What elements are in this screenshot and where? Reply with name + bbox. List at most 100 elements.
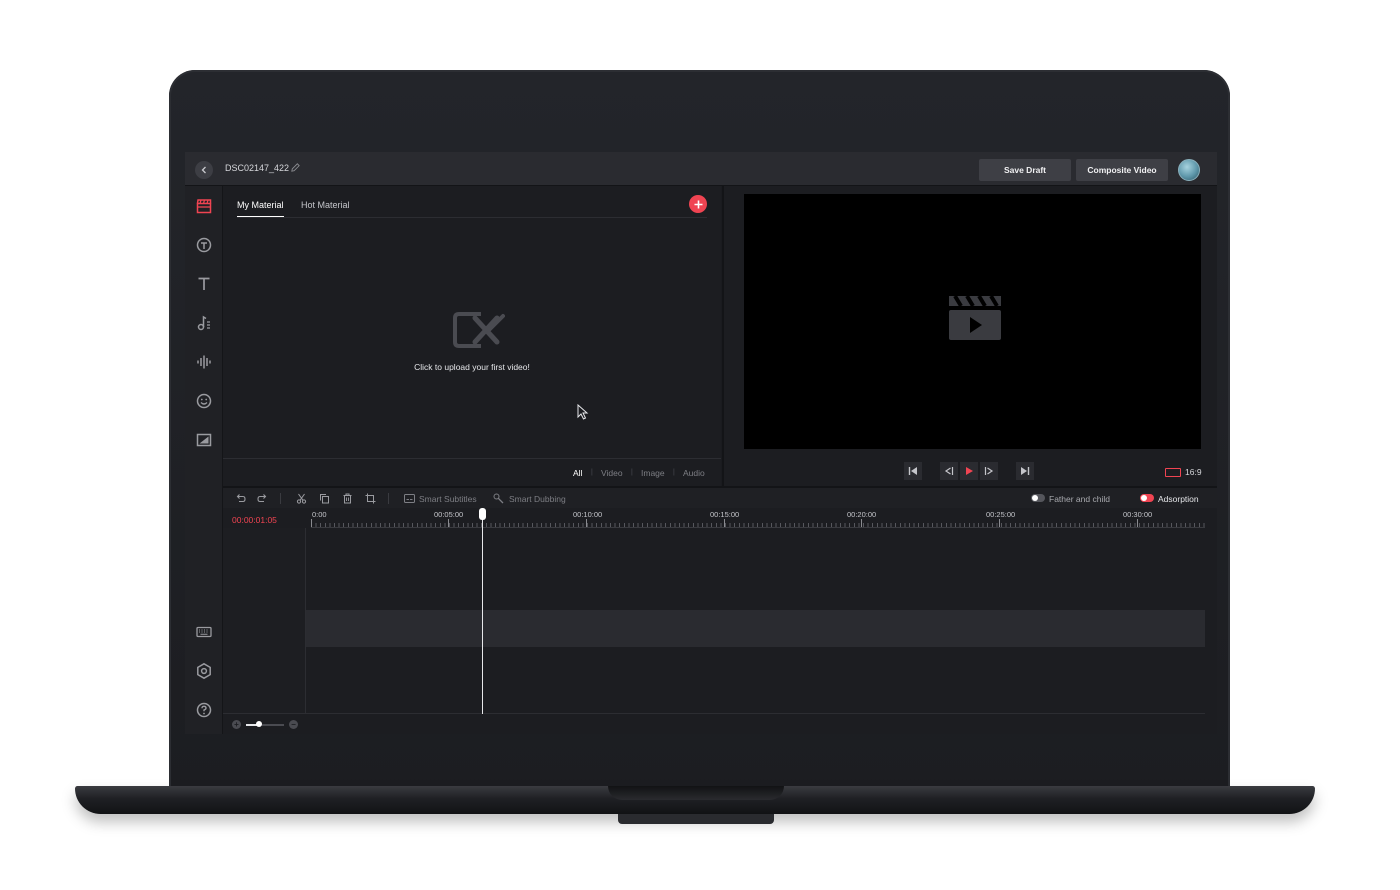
ruler-major-tick [861, 519, 862, 527]
zoom-slider[interactable] [246, 724, 284, 726]
subtitles-icon [404, 494, 415, 503]
scissors-icon [296, 493, 307, 504]
project-title: DSC02147_422 [225, 163, 290, 173]
step-forward-button[interactable] [980, 462, 998, 480]
ruler-major-tick [1137, 519, 1138, 527]
clapperboard-play-icon [949, 294, 1001, 340]
father-and-child-label: Father and child [1049, 494, 1110, 504]
ruler-major-tick [586, 519, 587, 527]
ruler-major-tick [999, 519, 1000, 527]
smart-subtitles-button[interactable] [404, 493, 415, 504]
mouse-cursor-icon [577, 404, 589, 420]
current-timecode: 00:00:01:05 [232, 515, 277, 525]
filter-audio[interactable]: Audio [683, 468, 705, 478]
aspect-ratio-label[interactable]: 16:9 [1185, 467, 1202, 477]
zoom-in-icon[interactable]: + [232, 720, 241, 729]
timeline-ruler-row: 00:00:01:05 0:00 00:05:00 00:10:00 00:15… [223, 508, 1217, 528]
keyboard-icon [196, 626, 212, 638]
playhead-handle[interactable] [479, 508, 486, 520]
save-draft-button[interactable]: Save Draft [979, 159, 1071, 181]
cut-button[interactable] [296, 493, 307, 504]
tab-hot-material[interactable]: Hot Material [301, 200, 350, 216]
undo-button[interactable] [235, 493, 246, 504]
settings-icon [197, 662, 211, 680]
timeline-ruler[interactable]: 0:00 00:05:00 00:10:00 00:15:00 00:20:00… [311, 508, 1205, 528]
toolbar-divider [280, 493, 281, 504]
step-back-button[interactable] [940, 462, 958, 480]
skip-end-button[interactable] [1016, 462, 1034, 480]
filter-video[interactable]: Video [601, 468, 623, 478]
play-icon [966, 467, 973, 475]
smart-dubbing-button[interactable] [493, 493, 504, 504]
redo-icon [257, 494, 267, 503]
copy-button[interactable] [319, 493, 330, 504]
sidebar-item-shortcuts[interactable] [195, 623, 213, 641]
sidebar-item-settings[interactable] [195, 662, 213, 680]
ruler-label: 00:30:00 [1123, 510, 1153, 519]
back-button[interactable] [195, 161, 213, 179]
composite-video-button[interactable]: Composite Video [1076, 159, 1168, 181]
step-back-icon [944, 467, 954, 475]
filter-all[interactable]: All [573, 468, 582, 478]
sticker-icon [196, 237, 212, 253]
pencil-icon[interactable] [290, 162, 301, 173]
material-panel: My Material Hot Material Click to upload… [223, 186, 721, 486]
aspect-ratio-icon[interactable] [1165, 468, 1181, 477]
sidebar-item-audio[interactable] [195, 353, 213, 371]
text-icon [198, 277, 210, 290]
ruler-label: 00:05:00 [434, 510, 464, 519]
clapperboard-icon [196, 199, 212, 214]
tab-my-material[interactable]: My Material [237, 200, 284, 217]
sidebar-item-filters[interactable] [195, 431, 213, 449]
smart-dubbing-label[interactable]: Smart Dubbing [509, 494, 566, 504]
top-bar: DSC02147_422 Save Draft Composite Video [185, 152, 1217, 186]
ruler-label: 00:25:00 [986, 510, 1016, 519]
playhead-line[interactable] [482, 508, 483, 714]
sidebar-item-text[interactable] [195, 275, 213, 293]
ruler-label: 00:10:00 [573, 510, 603, 519]
filter-image[interactable]: Image [641, 468, 665, 478]
delete-button[interactable] [342, 493, 353, 504]
help-icon [196, 702, 212, 718]
skip-start-button[interactable] [904, 462, 922, 480]
zoom-slider-handle[interactable] [256, 721, 263, 727]
app-screen: DSC02147_422 Save Draft Composite Video [185, 152, 1217, 734]
ruler-major-tick [448, 519, 449, 527]
sidebar-item-emoji[interactable] [195, 392, 213, 410]
crop-button[interactable] [365, 493, 376, 504]
ruler-label: 0:00 [312, 510, 327, 519]
copy-icon [320, 494, 329, 504]
sidebar-item-music[interactable] [195, 314, 213, 332]
track-row-highlight[interactable] [223, 610, 1205, 647]
father-and-child-toggle[interactable] [1031, 494, 1045, 502]
sidebar-item-stickers[interactable] [195, 236, 213, 254]
microphone-icon [493, 493, 504, 504]
filter-separator: | [631, 469, 633, 476]
timeline-zoom-bar: + − [223, 714, 1217, 734]
chevron-left-icon [201, 166, 206, 174]
track-header-column [223, 528, 306, 714]
adsorption-toggle[interactable] [1140, 494, 1154, 502]
zoom-out-icon[interactable]: − [289, 720, 298, 729]
music-icon [197, 315, 210, 331]
material-filter-bar: All | Video | Image | Audio [223, 458, 721, 486]
laptop-foot [618, 814, 774, 824]
adsorption-label: Adsorption [1158, 494, 1199, 504]
timeline-tracks[interactable] [223, 528, 1217, 714]
sidebar [185, 186, 223, 734]
sidebar-item-media[interactable] [195, 197, 213, 215]
play-button[interactable] [960, 462, 978, 480]
avatar[interactable] [1178, 159, 1200, 181]
filter-separator: | [673, 469, 675, 476]
redo-button[interactable] [257, 493, 268, 504]
laptop-notch [608, 786, 784, 800]
upload-logo-icon[interactable] [453, 310, 505, 350]
smart-subtitles-label[interactable]: Smart Subtitles [419, 494, 477, 504]
ruler-major-tick [311, 519, 312, 527]
sidebar-item-help[interactable] [195, 701, 213, 719]
upload-prompt[interactable]: Click to upload your first video! [223, 362, 721, 372]
add-material-button[interactable] [689, 195, 707, 213]
video-preview[interactable] [744, 194, 1201, 449]
trash-icon [343, 493, 352, 504]
filter-separator: | [591, 469, 593, 476]
